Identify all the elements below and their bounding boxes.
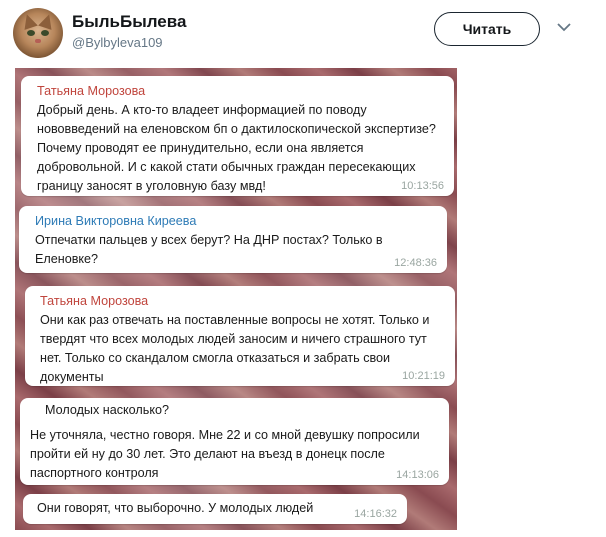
avatar-nose: [35, 39, 41, 43]
display-name[interactable]: БыльБылева: [72, 12, 186, 32]
message-time: 10:13:56: [401, 180, 444, 192]
message-time: 14:16:32: [354, 508, 397, 520]
message-text: Не уточняла, честно говоря. Мне 22 и со …: [30, 428, 420, 480]
avatar-ear: [20, 12, 38, 30]
message-text: Добрый день. А кто-то владеет информацие…: [37, 103, 436, 193]
follow-button[interactable]: Читать: [434, 12, 540, 46]
avatar[interactable]: [13, 8, 63, 58]
quoted-message: Молодых насколько?: [45, 403, 169, 417]
chat-screenshot: Татьяна Морозова Добрый день. А кто-то в…: [15, 68, 457, 530]
avatar-ear: [38, 12, 56, 30]
tweet-header: БыльБылева @Bylbyleva109 Читать: [0, 0, 606, 68]
message-bubble: Молодых насколько? Не уточняла, честно г…: [20, 398, 449, 485]
avatar-eye: [27, 30, 35, 36]
message-time: 12:48:36: [394, 257, 437, 269]
avatar-eye: [41, 30, 49, 36]
user-handle[interactable]: @Bylbyleva109: [72, 35, 163, 50]
message-text: Они говорят, что выборочно. У молодых лю…: [37, 501, 314, 515]
message-text: Отпечатки пальцев у всех берут? На ДНР п…: [35, 233, 383, 266]
message-bubble: Они говорят, что выборочно. У молодых лю…: [23, 494, 407, 524]
message-bubble: Ирина Викторовна Киреева Отпечатки пальц…: [19, 206, 447, 273]
message-text: Они как раз отвечать на поставленные воп…: [40, 313, 430, 384]
message-sender: Татьяна Морозова: [40, 294, 149, 308]
message-time: 14:13:06: [396, 469, 439, 481]
chevron-down-icon[interactable]: [557, 22, 571, 32]
message-bubble: Татьяна Морозова Они как раз отвечать на…: [25, 286, 455, 386]
message-time: 10:21:19: [402, 370, 445, 382]
message-sender: Ирина Викторовна Киреева: [35, 214, 197, 228]
message-bubble: Татьяна Морозова Добрый день. А кто-то в…: [21, 76, 454, 196]
message-sender: Татьяна Морозова: [37, 84, 146, 98]
